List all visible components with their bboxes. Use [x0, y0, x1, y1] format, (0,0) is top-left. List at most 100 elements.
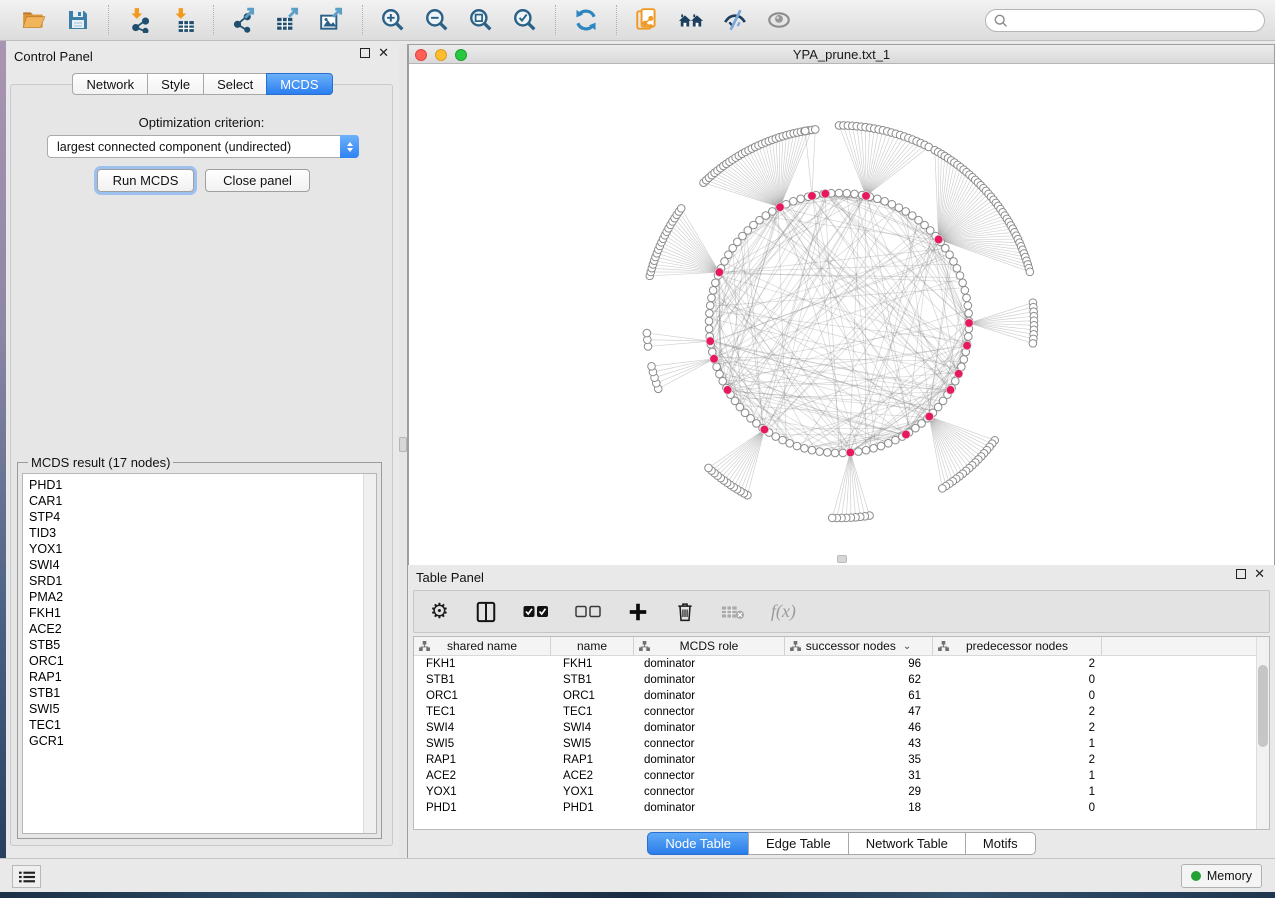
- delete-column-button[interactable]: [675, 599, 695, 625]
- table-row[interactable]: TEC1TEC1connector472: [414, 704, 1269, 720]
- mcds-hub-node[interactable]: [715, 268, 724, 277]
- toggle-panel-button[interactable]: [475, 599, 497, 625]
- mcds-hub-node[interactable]: [723, 386, 732, 395]
- mcds-hub-node[interactable]: [954, 369, 963, 378]
- network-node[interactable]: [709, 286, 717, 294]
- network-node[interactable]: [855, 448, 863, 456]
- mcds-hub-node[interactable]: [706, 337, 715, 346]
- mcds-hub-node[interactable]: [710, 355, 719, 364]
- mcds-result-item[interactable]: TID3: [29, 525, 376, 541]
- network-node[interactable]: [797, 195, 805, 203]
- network-node[interactable]: [884, 439, 892, 447]
- network-node[interactable]: [939, 485, 947, 493]
- zoom-fit-button[interactable]: [468, 7, 494, 33]
- network-node[interactable]: [706, 302, 714, 310]
- table-row[interactable]: YOX1YOX1connector291: [414, 784, 1269, 800]
- mcds-hub-node[interactable]: [808, 192, 817, 201]
- mcds-result-item[interactable]: SWI4: [29, 557, 376, 573]
- network-node[interactable]: [779, 436, 787, 444]
- network-node[interactable]: [648, 362, 656, 370]
- network-node[interactable]: [705, 325, 713, 333]
- close-panel-icon[interactable]: ✕: [378, 48, 389, 58]
- network-node[interactable]: [828, 514, 836, 522]
- mcds-result-item[interactable]: CAR1: [29, 493, 376, 509]
- network-node[interactable]: [963, 294, 971, 302]
- network-node[interactable]: [953, 265, 961, 273]
- mcds-result-item[interactable]: STP4: [29, 509, 376, 525]
- memory-button[interactable]: Memory: [1181, 864, 1262, 888]
- mcds-hub-node[interactable]: [862, 192, 871, 201]
- network-node[interactable]: [786, 439, 794, 447]
- mcds-hub-node[interactable]: [965, 319, 974, 328]
- select-all-button[interactable]: [523, 599, 549, 625]
- mcds-hub-node[interactable]: [934, 235, 943, 244]
- new-network-from-selection-button[interactable]: [634, 7, 660, 33]
- function-builder-button[interactable]: f(x): [771, 599, 796, 625]
- mcds-result-item[interactable]: PMA2: [29, 589, 376, 605]
- search-box[interactable]: [985, 9, 1265, 32]
- table-row[interactable]: STB1STB1dominator620: [414, 672, 1269, 688]
- network-node[interactable]: [959, 279, 967, 287]
- network-node[interactable]: [808, 446, 816, 454]
- network-node[interactable]: [835, 189, 843, 197]
- table-row[interactable]: SWI5SWI5connector431: [414, 736, 1269, 752]
- mcds-result-item[interactable]: YOX1: [29, 541, 376, 557]
- network-node[interactable]: [811, 126, 819, 134]
- column-header-shared-name[interactable]: shared name: [414, 637, 551, 655]
- mcds-result-item[interactable]: TEC1: [29, 717, 376, 733]
- show-panels-list-button[interactable]: [12, 865, 41, 888]
- column-header-predecessor-nodes[interactable]: predecessor nodes: [933, 637, 1102, 655]
- network-node[interactable]: [643, 329, 651, 337]
- network-node[interactable]: [877, 442, 885, 450]
- mcds-list-scrollbar[interactable]: [363, 474, 376, 833]
- network-node[interactable]: [677, 205, 685, 213]
- network-node[interactable]: [793, 442, 801, 450]
- network-node[interactable]: [964, 302, 972, 310]
- zoom-out-button[interactable]: [424, 7, 450, 33]
- network-node[interactable]: [965, 309, 973, 317]
- export-table-button[interactable]: [275, 7, 301, 33]
- deselect-all-button[interactable]: [575, 599, 601, 625]
- tab-style[interactable]: Style: [147, 73, 203, 95]
- panel-divider[interactable]: [399, 44, 408, 858]
- table-row[interactable]: ORC1ORC1dominator610: [414, 688, 1269, 704]
- network-node[interactable]: [831, 449, 839, 457]
- table-row[interactable]: PHD1PHD1dominator180: [414, 800, 1269, 816]
- network-node[interactable]: [801, 127, 809, 135]
- import-network-button[interactable]: [126, 7, 152, 33]
- network-node[interactable]: [790, 197, 798, 205]
- mcds-result-listbox[interactable]: PHD1CAR1STP4TID3YOX1SWI4SRD1PMA2FKH1ACE2…: [22, 473, 377, 834]
- network-node[interactable]: [951, 377, 959, 385]
- mcds-hub-node[interactable]: [946, 386, 955, 395]
- table-scrollbar[interactable]: [1256, 637, 1269, 829]
- open-file-button[interactable]: [21, 7, 47, 33]
- network-node[interactable]: [888, 200, 896, 208]
- optimization-criterion-select[interactable]: largest connected component (undirected): [47, 135, 359, 158]
- mcds-result-item[interactable]: STB5: [29, 637, 376, 653]
- column-header-successor-nodes[interactable]: successor nodes ⌄: [785, 637, 933, 655]
- network-node[interactable]: [874, 195, 882, 203]
- tab-network-table[interactable]: Network Table: [848, 832, 965, 855]
- table-row[interactable]: ACE2ACE2connector311: [414, 768, 1269, 784]
- network-node[interactable]: [843, 189, 851, 197]
- divider-handle[interactable]: [399, 437, 407, 452]
- export-image-button[interactable]: [319, 7, 345, 33]
- tab-select[interactable]: Select: [203, 73, 266, 95]
- search-input[interactable]: [1014, 14, 1256, 28]
- table-row[interactable]: FKH1FKH1dominator962: [414, 656, 1269, 672]
- mcds-result-item[interactable]: FKH1: [29, 605, 376, 621]
- mcds-hub-node[interactable]: [821, 189, 830, 198]
- tab-edge-table[interactable]: Edge Table: [748, 832, 848, 855]
- network-node[interactable]: [839, 449, 847, 457]
- close-panel-button[interactable]: Close panel: [205, 169, 310, 192]
- network-node[interactable]: [719, 377, 727, 385]
- network-node[interactable]: [708, 294, 716, 302]
- import-table-button[interactable]: [170, 7, 196, 33]
- network-node[interactable]: [712, 279, 720, 287]
- close-panel-icon[interactable]: ✕: [1254, 569, 1265, 579]
- mcds-hub-node[interactable]: [760, 425, 769, 434]
- table-row[interactable]: RAP1RAP1dominator352: [414, 752, 1269, 768]
- network-node[interactable]: [1029, 340, 1037, 348]
- network-node[interactable]: [881, 197, 889, 205]
- show-all-button[interactable]: [766, 7, 792, 33]
